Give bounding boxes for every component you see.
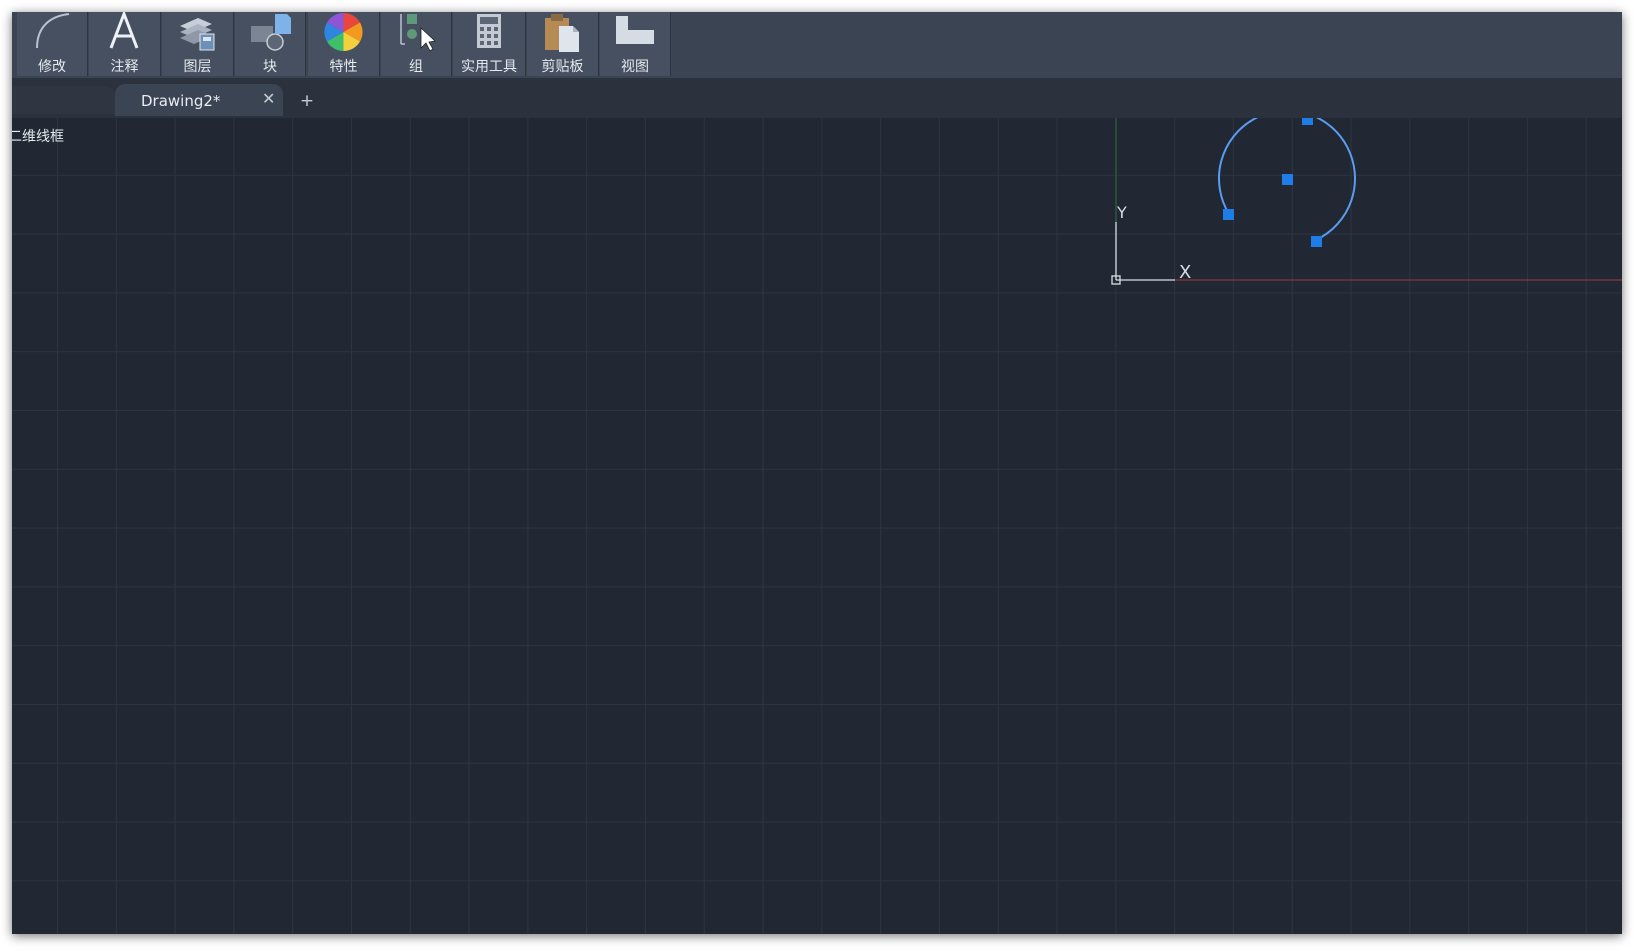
- ribbon-clipboard-button[interactable]: 剪贴板: [527, 12, 599, 76]
- group-select-icon: [381, 12, 451, 54]
- clipboard-icon: [527, 12, 598, 54]
- ribbon-utilities-button[interactable]: 实用工具: [453, 12, 526, 76]
- drawing-canvas[interactable]: 二维线框 Y X: [12, 118, 1622, 934]
- arc-icon: [17, 12, 87, 54]
- arc-midpoint-grip[interactable]: [1302, 118, 1313, 125]
- ribbon-group-label: 组: [409, 59, 423, 75]
- block-icon: [235, 12, 305, 54]
- document-tab-bar: Drawing2* ✕ +: [12, 78, 1622, 118]
- ribbon-modify-label: 修改: [38, 59, 66, 75]
- text-a-icon: [89, 12, 160, 54]
- ribbon-annotation-label: 注释: [110, 59, 139, 75]
- ribbon-annotation-button[interactable]: 注释: [89, 12, 161, 76]
- arc-start-grip[interactable]: [1223, 209, 1234, 220]
- ribbon-layers-label: 图层: [183, 59, 212, 75]
- ribbon-block-button[interactable]: 块: [235, 12, 306, 76]
- autocad-window: 修改 注释 图层 块 特性 组 实用工具 剪贴板 视图 Drawing2* ✕ …: [12, 12, 1622, 934]
- arc-center-grip[interactable]: [1282, 174, 1293, 185]
- model-space-graphics: Y X: [1111, 118, 1622, 285]
- ribbon-block-label: 块: [263, 59, 277, 75]
- ucs-y-label: Y: [1116, 203, 1127, 222]
- ribbon-layers-button[interactable]: 图层: [162, 12, 234, 76]
- arc-end-grip[interactable]: [1311, 236, 1322, 247]
- tab-title: Drawing2*: [141, 92, 221, 110]
- ribbon-view-label: 视图: [621, 59, 649, 75]
- ribbon-utilities-label: 实用工具: [461, 59, 517, 75]
- new-tab-button[interactable]: +: [297, 92, 317, 112]
- ucs-icon: Y X: [1111, 203, 1191, 285]
- calculator-icon: [453, 12, 525, 54]
- ribbon-view-button[interactable]: 视图: [600, 12, 671, 76]
- close-icon[interactable]: ✕: [262, 90, 275, 108]
- ucs-x-label: X: [1179, 262, 1191, 283]
- layers-icon: [162, 12, 233, 54]
- start-tab[interactable]: [12, 86, 117, 114]
- tab-drawing2[interactable]: Drawing2* ✕: [115, 84, 283, 116]
- ribbon-group-button[interactable]: 组: [381, 12, 452, 76]
- ribbon-properties-button[interactable]: 特性: [308, 12, 380, 76]
- color-wheel-icon: [308, 12, 379, 54]
- ribbon-clipboard-label: 剪贴板: [541, 59, 584, 75]
- ribbon-panel: 修改 注释 图层 块 特性 组 实用工具 剪贴板 视图: [12, 12, 1622, 78]
- ribbon-modify-button[interactable]: 修改: [17, 12, 88, 76]
- view-icon: [600, 12, 670, 54]
- ribbon-properties-label: 特性: [329, 59, 358, 75]
